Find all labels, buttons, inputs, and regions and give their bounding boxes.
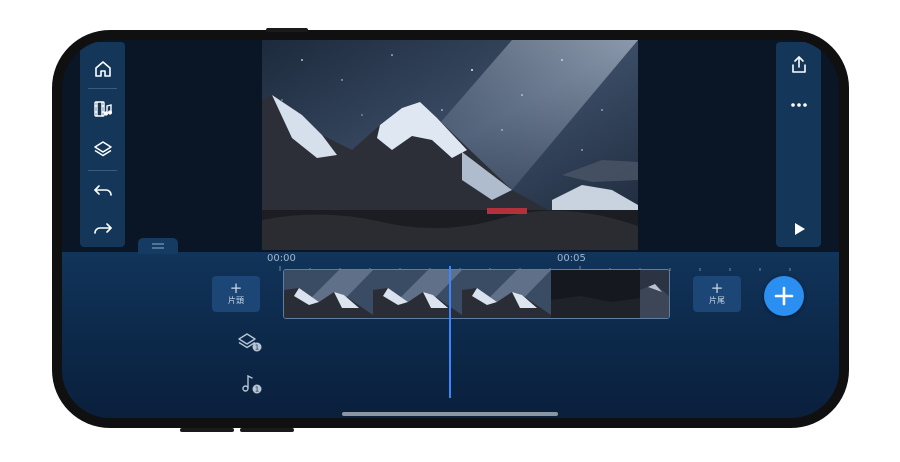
clip-thumbnail-image bbox=[640, 270, 669, 318]
layers-badge-icon: 1 bbox=[238, 333, 262, 352]
app-screen: 00:00 00:05 + 片頭 + 片尾 1 1 bbox=[62, 40, 839, 418]
more-button[interactable] bbox=[776, 88, 821, 122]
phone-side-button bbox=[266, 28, 308, 32]
clip-thumbnail-image bbox=[551, 270, 640, 318]
audio-track-button[interactable]: 1 bbox=[237, 372, 263, 396]
clip-thumbnail bbox=[551, 270, 640, 318]
home-indicator[interactable] bbox=[342, 412, 558, 416]
right-toolbar bbox=[776, 42, 821, 247]
more-icon bbox=[790, 103, 807, 107]
layers-icon bbox=[93, 141, 112, 157]
clip-thumbnail bbox=[284, 270, 373, 318]
toolbar-divider bbox=[88, 88, 117, 89]
panel-handle[interactable] bbox=[138, 238, 178, 254]
undo-button[interactable] bbox=[80, 174, 125, 208]
plus-icon bbox=[774, 286, 794, 306]
play-button[interactable] bbox=[776, 212, 821, 246]
export-button[interactable] bbox=[776, 48, 821, 82]
video-clip-strip[interactable] bbox=[283, 269, 670, 319]
time-mid-label: 00:05 bbox=[557, 253, 586, 264]
clip-thumbnail bbox=[640, 270, 669, 318]
playhead[interactable] bbox=[449, 266, 451, 398]
media-button[interactable] bbox=[80, 92, 125, 126]
audio-count-badge: 1 bbox=[255, 386, 259, 394]
home-icon bbox=[94, 61, 111, 77]
layers-button[interactable] bbox=[80, 132, 125, 166]
video-preview[interactable] bbox=[262, 40, 638, 250]
add-media-fab[interactable] bbox=[764, 276, 804, 316]
redo-button[interactable] bbox=[80, 212, 125, 246]
phone-side-button bbox=[180, 428, 234, 432]
add-outro-plus: + bbox=[710, 279, 724, 297]
left-toolbar bbox=[80, 42, 125, 247]
time-start-label: 00:00 bbox=[267, 253, 296, 264]
share-icon bbox=[791, 56, 806, 73]
add-intro-plus: + bbox=[229, 279, 243, 297]
play-icon bbox=[794, 223, 805, 235]
clip-thumbnail bbox=[462, 270, 551, 318]
add-outro-button[interactable]: + 片尾 bbox=[693, 276, 741, 312]
film-music-icon bbox=[93, 101, 112, 117]
phone-side-button bbox=[240, 428, 294, 432]
video-frame-image bbox=[262, 40, 638, 250]
layer-count-badge: 1 bbox=[255, 344, 259, 352]
add-outro-label: 片尾 bbox=[709, 296, 725, 305]
add-intro-button[interactable]: + 片頭 bbox=[212, 276, 260, 312]
add-intro-label: 片頭 bbox=[228, 296, 244, 305]
redo-icon bbox=[93, 223, 112, 234]
layer-track-button[interactable]: 1 bbox=[237, 330, 263, 354]
music-note-badge-icon: 1 bbox=[242, 374, 262, 394]
undo-icon bbox=[93, 185, 112, 196]
clip-thumbnail-image bbox=[284, 270, 373, 318]
clip-thumbnail-image bbox=[462, 270, 551, 318]
toolbar-divider bbox=[88, 170, 117, 171]
menu-handle-icon bbox=[152, 243, 164, 249]
home-button[interactable] bbox=[80, 52, 125, 86]
